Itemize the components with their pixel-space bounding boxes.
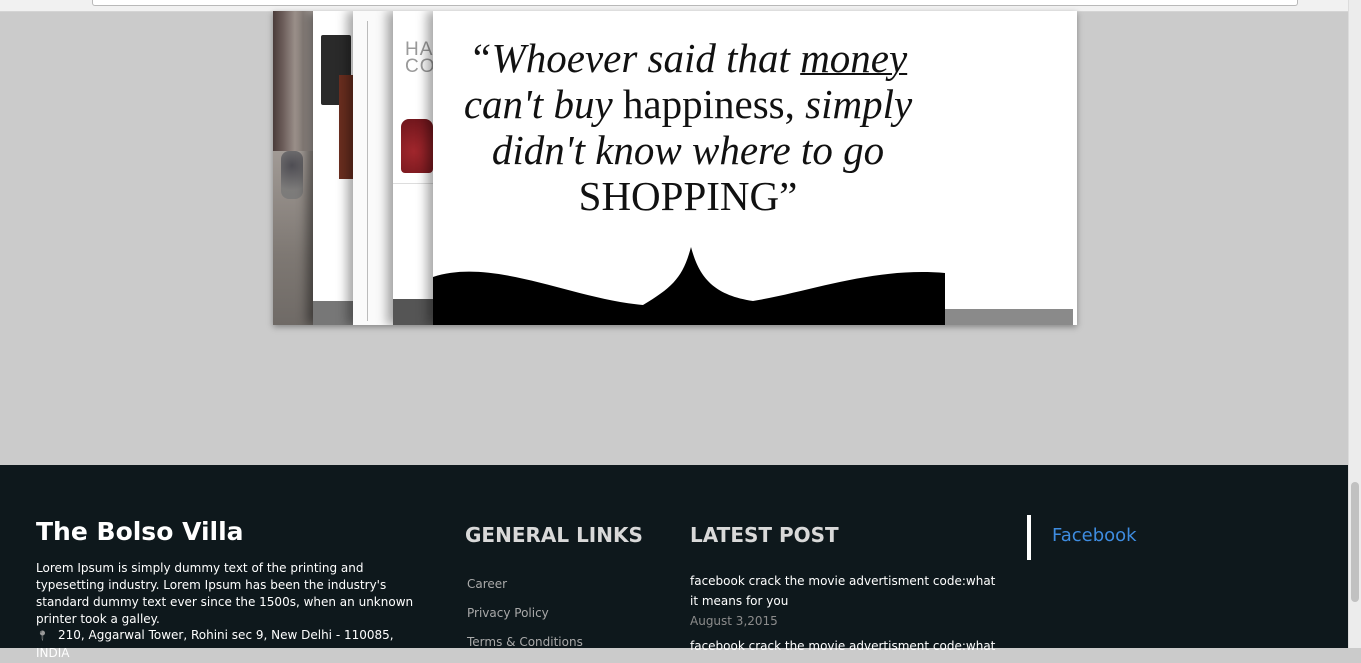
location-pin-icon: 📍︎ xyxy=(36,631,49,642)
quote-part: SHOPPING” xyxy=(578,173,798,219)
quote-part: simply xyxy=(805,81,913,127)
general-links-title: GENERAL LINKS xyxy=(465,523,643,547)
page-scrollbar[interactable] xyxy=(1348,0,1361,648)
general-links-list: Career Privacy Policy Terms & Conditions xyxy=(467,576,583,663)
slide-caption-strip xyxy=(313,301,353,325)
decorative-wave-shape xyxy=(433,247,945,325)
quote-part: happiness, xyxy=(612,81,806,127)
person-silhouette xyxy=(281,151,303,199)
image-slider[interactable]: HA CO “Whoever said that money can't buy… xyxy=(273,11,1077,325)
latest-post-title: LATEST POST xyxy=(690,523,839,547)
shopping-quote: “Whoever said that money can't buy happi… xyxy=(443,35,933,219)
post-title-link[interactable]: facebook crack the movie advertisment co… xyxy=(690,571,1000,611)
site-footer: The Bolso Villa Lorem Ipsum is simply du… xyxy=(0,465,1349,660)
footer-about-text: Lorem Ipsum is simply dummy text of the … xyxy=(36,561,414,626)
quote-part: didn't know where to go xyxy=(491,127,885,173)
post-title-link[interactable]: facebook crack the movie advertisment co… xyxy=(690,636,1000,656)
quote-underlined-word: money xyxy=(800,35,908,81)
footer-link-privacy-policy[interactable]: Privacy Policy xyxy=(467,605,583,634)
quote-part: “Whoever said that xyxy=(468,35,801,81)
red-bag-image xyxy=(401,119,433,173)
post-date: August 3,2015 xyxy=(690,614,778,628)
slide-shopping-quote: “Whoever said that money can't buy happi… xyxy=(433,11,1077,325)
quote-part: can't buy xyxy=(463,81,613,127)
latest-post-item[interactable]: facebook crack the movie advertisment co… xyxy=(690,571,1000,631)
address-field[interactable] xyxy=(92,0,1298,6)
footer-link-terms[interactable]: Terms & Conditions xyxy=(467,634,583,663)
footer-address: 📍︎ 210, Aggarwal Tower, Rohini sec 9, New… xyxy=(36,627,426,662)
footer-brand-title: The Bolso Villa xyxy=(36,517,244,546)
facebook-link[interactable]: Facebook xyxy=(1052,525,1137,546)
slide-caption-strip xyxy=(393,299,433,325)
address-text: 210, Aggarwal Tower, Rohini sec 9, New D… xyxy=(36,628,394,660)
facebook-widget-border xyxy=(1027,515,1031,560)
divider xyxy=(393,183,433,184)
slide-caption-strip xyxy=(945,309,1073,325)
collection-heading: HA CO xyxy=(405,39,436,77)
footer-link-career[interactable]: Career xyxy=(467,576,583,605)
scrollbar-thumb[interactable] xyxy=(1351,482,1359,602)
